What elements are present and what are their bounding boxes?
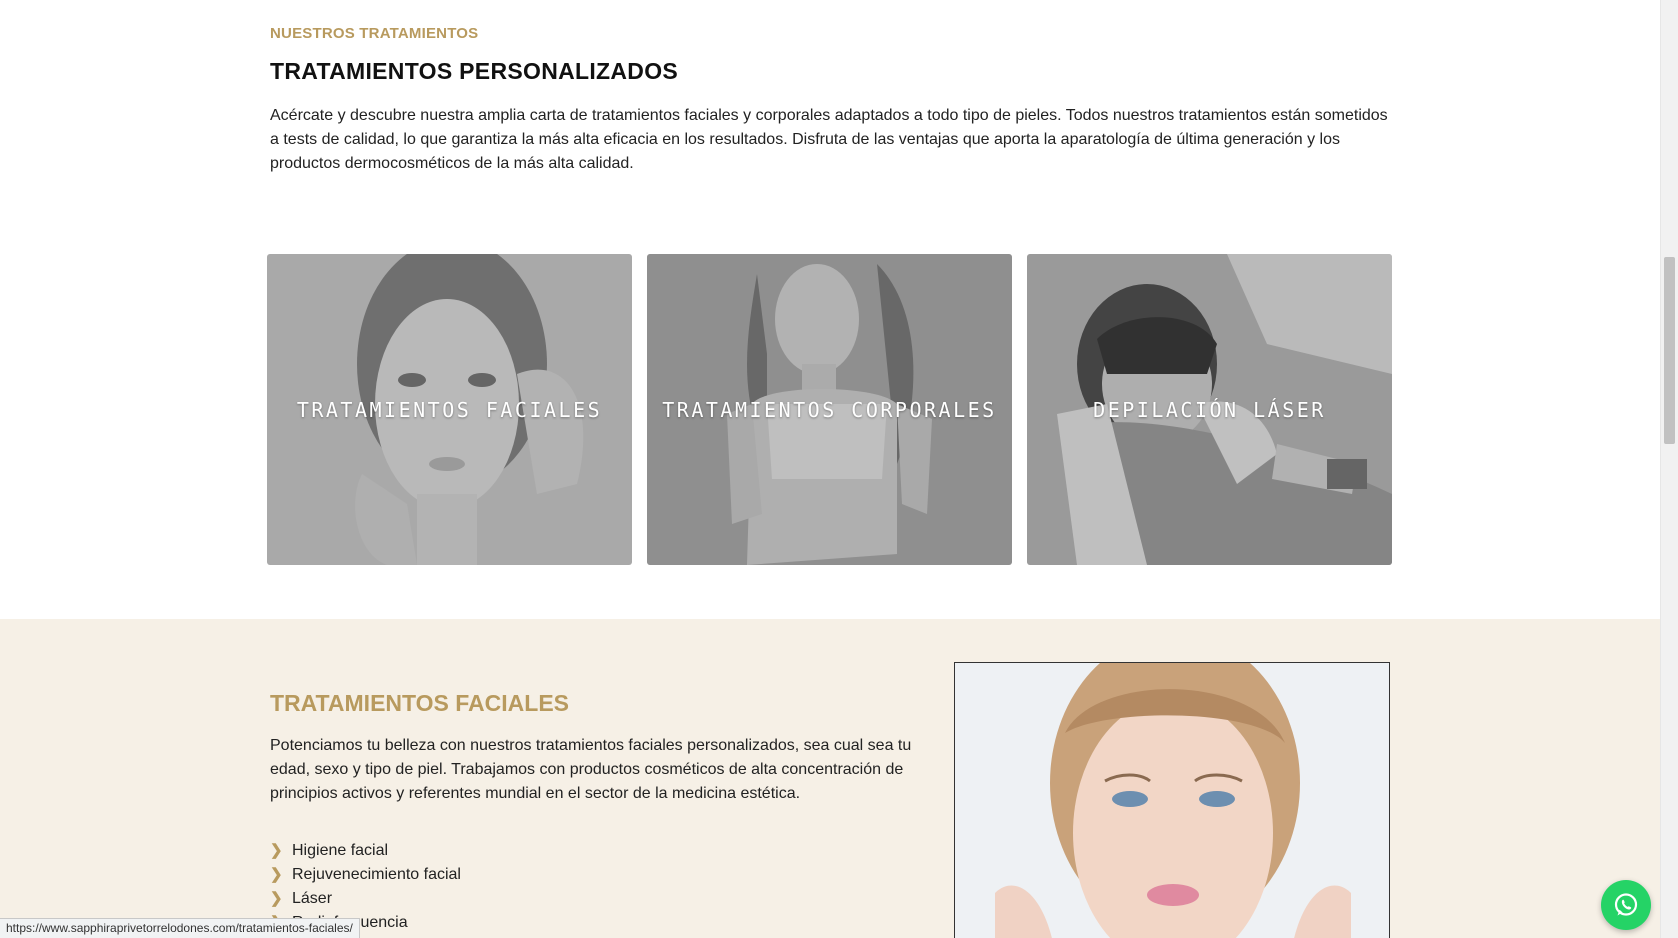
chevron-right-icon: ❯ — [270, 890, 283, 907]
chevron-right-icon: ❯ — [270, 842, 283, 859]
list-item-label: Láser — [292, 890, 333, 907]
facial-section-title: TRATAMIENTOS FACIALES — [270, 690, 569, 716]
page-scrollbar[interactable] — [1660, 0, 1678, 938]
woman-portrait-photo — [955, 663, 1389, 938]
list-item[interactable]: ❯ Rejuvenecimiento facial — [270, 863, 461, 887]
list-item[interactable]: ❯ Láser — [270, 887, 461, 911]
whatsapp-icon — [1614, 893, 1638, 916]
card-tratamientos-faciales[interactable]: TRATAMIENTOS FACIALES — [267, 254, 632, 565]
browser-status-url: https://www.sapphiraprivetorrelodones.co… — [0, 918, 360, 938]
list-item[interactable]: ❯ Higiene facial — [270, 839, 461, 863]
scrollbar-thumb[interactable] — [1664, 257, 1675, 444]
section-eyebrow: NUESTROS TRATAMIENTOS — [270, 25, 479, 42]
section-heading: TRATAMIENTOS PERSONALIZADOS — [270, 58, 679, 84]
page: NUESTROS TRATAMIENTOS TRATAMIENTOS PERSO… — [0, 0, 1660, 938]
list-item-label: Higiene facial — [292, 842, 389, 859]
card-label: TRATAMIENTOS CORPORALES — [662, 398, 997, 422]
facial-section-image — [954, 662, 1390, 938]
card-depilacion-laser[interactable]: DEPILACIÓN LÁSER — [1027, 254, 1392, 565]
section-description: Acércate y descubre nuestra amplia carta… — [270, 107, 1388, 172]
treatments-intro-section: NUESTROS TRATAMIENTOS TRATAMIENTOS PERSO… — [0, 0, 1660, 619]
whatsapp-button[interactable] — [1601, 880, 1651, 930]
card-label: TRATAMIENTOS FACIALES — [296, 398, 603, 422]
chevron-right-icon: ❯ — [270, 866, 283, 883]
facial-treatments-section: TRATAMIENTOS FACIALES Potenciamos tu bel… — [0, 619, 1660, 938]
list-item-label: Rejuvenecimiento facial — [292, 866, 461, 883]
card-label: DEPILACIÓN LÁSER — [1093, 398, 1326, 422]
facial-section-description: Potenciamos tu belleza con nuestros trat… — [270, 737, 912, 802]
card-tratamientos-corporales[interactable]: TRATAMIENTOS CORPORALES — [647, 254, 1012, 565]
